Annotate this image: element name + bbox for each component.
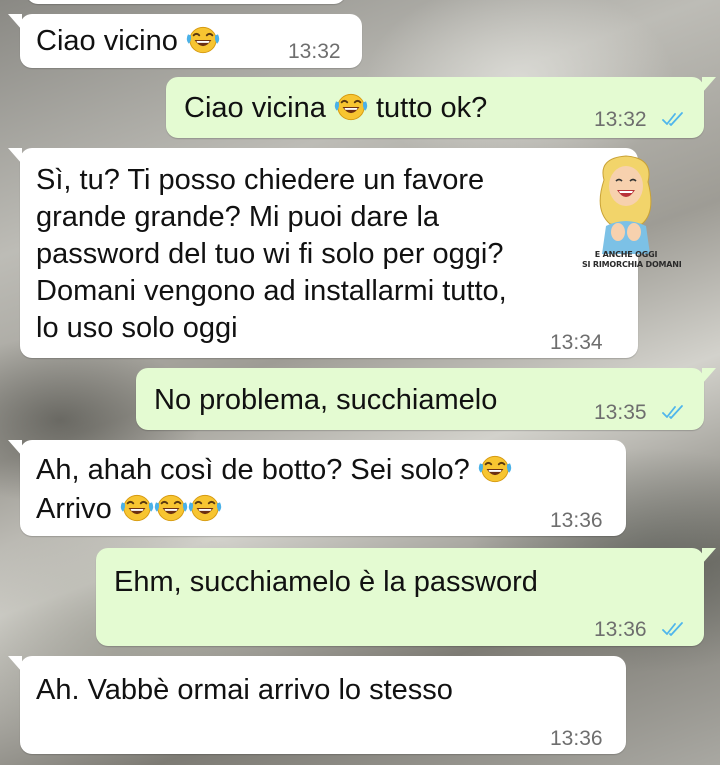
double-check-icon — [662, 111, 686, 127]
message-time: 13:35 — [594, 401, 647, 424]
message-line: Arrivo — [36, 491, 222, 528]
laughing-tears-emoji-icon — [154, 493, 188, 523]
laughing-tears-emoji-icon — [186, 25, 220, 55]
previous-message-edge — [26, 0, 346, 4]
message-line: password del tuo wi fi solo per oggi? — [36, 238, 504, 270]
message-bubble-outgoing[interactable]: Ehm, succhiamelo è la password 13:36 — [96, 548, 716, 646]
laughing-tears-emoji-icon — [334, 92, 368, 122]
message-bubble-incoming[interactable]: Sì, tu? Ti posso chiedere un favore gran… — [8, 148, 638, 358]
message-line: Sì, tu? Ti posso chiedere un favore — [36, 164, 485, 196]
message-bubble-outgoing[interactable]: Ciao vicina tutto ok? 13:32 — [166, 77, 716, 138]
message-line: Domani vengono ad installarmi tutto, — [36, 275, 507, 307]
message-text: No problema, succhiamelo — [154, 384, 498, 416]
message-time: 13:32 — [288, 40, 341, 63]
message-bubble-incoming[interactable]: Ah, ahah così de botto? Sei solo? Arrivo… — [8, 440, 626, 536]
message-time: 13:36 — [550, 509, 603, 532]
message-text: Ah. Vabbè ormai arrivo lo stesso — [36, 674, 453, 706]
message-time: 13:34 — [550, 331, 603, 354]
watermark-line1: E ANCHE OGGI — [594, 250, 658, 259]
message-line: Ah, ahah così de botto? Sei solo? — [36, 452, 512, 489]
cartoon-woman-icon — [599, 155, 652, 254]
message-line: grande grande? Mi puoi dare la — [36, 201, 440, 233]
message-text: Ehm, succhiamelo è la password — [114, 566, 538, 598]
message-time: 13:36 — [594, 618, 647, 641]
watermark-sticker: E ANCHE OGGI SI RIMORCHIA DOMANI — [582, 150, 682, 278]
chat-conversation: Ciao vicino 13:32 Ciao vicina tutto ok? … — [0, 0, 720, 765]
watermark-line2: SI RIMORCHIA DOMANI — [582, 260, 682, 269]
message-text: Ciao vicina tutto ok? — [184, 92, 488, 124]
message-text: Ciao vicino — [36, 23, 220, 60]
double-check-icon — [662, 621, 686, 637]
laughing-tears-emoji-icon — [120, 493, 154, 523]
double-check-icon — [662, 404, 686, 420]
message-bubble-outgoing[interactable]: No problema, succhiamelo 13:35 — [136, 368, 716, 430]
laughing-tears-emoji-icon — [478, 454, 512, 484]
message-time: 13:36 — [550, 727, 603, 750]
message-line: lo uso solo oggi — [36, 312, 238, 344]
message-bubble-incoming[interactable]: Ciao vicino 13:32 — [8, 14, 362, 68]
message-time: 13:32 — [594, 108, 647, 131]
message-bubble-incoming[interactable]: Ah. Vabbè ormai arrivo lo stesso 13:36 — [8, 656, 626, 754]
laughing-tears-emoji-icon — [188, 493, 222, 523]
